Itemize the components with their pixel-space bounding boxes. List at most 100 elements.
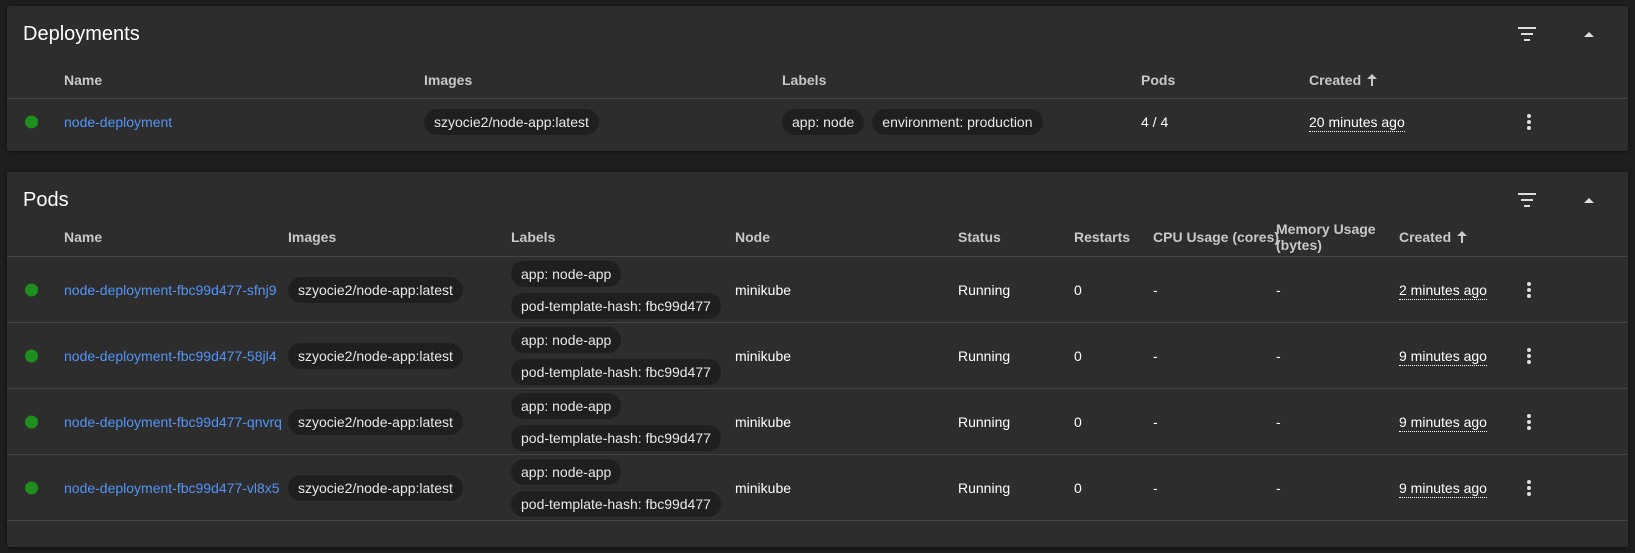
row-actions-button[interactable] <box>1517 110 1541 134</box>
pod-memory: - <box>1276 413 1281 430</box>
more-vert-icon <box>1527 347 1531 364</box>
deployments-title: Deployments <box>23 23 140 45</box>
row-actions-button[interactable] <box>1517 278 1541 302</box>
created-time-text: 20 minutes ago <box>1309 114 1405 132</box>
chevron-up-icon <box>1584 32 1594 37</box>
column-header-created-label: Created <box>1399 229 1452 245</box>
row-actions-button[interactable] <box>1517 344 1541 368</box>
table-row: node-deployment-fbc99d477-qnvrq szyocie2… <box>7 389 1628 455</box>
column-header-images: Images <box>288 229 337 245</box>
row-actions-button[interactable] <box>1517 476 1541 500</box>
column-header-created-label: Created <box>1309 72 1362 88</box>
pod-status: Running <box>958 281 1011 298</box>
images-cell: szyocie2/node-app:latest <box>288 408 463 435</box>
table-row: node-deployment-fbc99d477-58jl4 szyocie2… <box>7 323 1628 389</box>
column-header-node[interactable]: Node <box>735 229 770 245</box>
more-vert-icon <box>1527 114 1531 130</box>
labels-cell: app: node-app pod-template-hash: fbc99d4… <box>511 326 721 385</box>
status-ok-icon <box>25 115 38 129</box>
status-ok-icon <box>25 415 38 428</box>
pods-count: 4 / 4 <box>1141 114 1169 130</box>
label-chip: app: node-app <box>511 326 622 353</box>
label-chip: app: node <box>782 109 865 135</box>
pod-memory: - <box>1276 281 1281 298</box>
node-name: minikube <box>735 281 792 298</box>
deployments-card: Deployments Name Images Labels Pods Crea… <box>7 6 1628 151</box>
column-header-memory: Memory Usage (bytes) <box>1276 221 1376 253</box>
image-chip: szyocie2/node-app:latest <box>288 276 463 303</box>
deployments-filter-button[interactable] <box>1511 18 1543 50</box>
label-chip: pod-template-hash: fbc99d477 <box>511 424 721 451</box>
pods-collapse-button[interactable] <box>1573 184 1605 216</box>
column-header-pods: Pods <box>1141 72 1176 88</box>
deployments-collapse-button[interactable] <box>1573 18 1605 50</box>
pod-name-link[interactable]: node-deployment-fbc99d477-58jl4 <box>64 348 276 364</box>
deployments-header: Deployments <box>7 6 1628 62</box>
pod-name-link[interactable]: node-deployment-fbc99d477-qnvrq <box>64 414 282 430</box>
node-name: minikube <box>735 347 792 364</box>
column-header-status: Status <box>958 229 1001 245</box>
label-chip: app: node-app <box>511 260 622 287</box>
created-time: 20 minutes ago <box>1309 114 1405 132</box>
images-cell: szyocie2/node-app:latest <box>288 276 463 303</box>
images-cell: szyocie2/node-app:latest <box>288 474 463 501</box>
pods-filter-button[interactable] <box>1511 184 1543 216</box>
image-chip: szyocie2/node-app:latest <box>424 109 599 135</box>
column-header-name[interactable]: Name <box>64 229 102 245</box>
deployment-name-link[interactable]: node-deployment <box>64 114 172 130</box>
created-time-text: 9 minutes ago <box>1399 347 1487 366</box>
pod-cpu: - <box>1153 347 1158 364</box>
more-vert-icon <box>1527 413 1531 430</box>
created-time: 9 minutes ago <box>1399 413 1487 432</box>
created-time: 9 minutes ago <box>1399 347 1487 366</box>
column-header-memory-line2: (bytes) <box>1276 237 1322 253</box>
images-cell: szyocie2/node-app:latest <box>288 342 463 369</box>
created-time: 2 minutes ago <box>1399 281 1487 300</box>
created-time-text: 9 minutes ago <box>1399 479 1487 498</box>
table-row: node-deployment-fbc99d477-sfnj9 szyocie2… <box>7 257 1628 323</box>
pod-cpu: - <box>1153 479 1158 496</box>
table-row: node-deployment-fbc99d477-vl8x5 szyocie2… <box>7 455 1628 521</box>
label-chip: pod-template-hash: fbc99d477 <box>511 358 721 385</box>
column-header-labels: Labels <box>782 72 827 88</box>
image-chip: szyocie2/node-app:latest <box>288 342 463 369</box>
image-chip: szyocie2/node-app:latest <box>288 408 463 435</box>
column-header-cpu: CPU Usage (cores) <box>1153 229 1280 245</box>
label-chip: app: node-app <box>511 458 622 485</box>
pod-status: Running <box>958 413 1011 430</box>
column-header-created[interactable]: Created <box>1309 72 1378 88</box>
labels-cell: app: node environment: production <box>782 109 1043 135</box>
pod-name-link[interactable]: node-deployment-fbc99d477-vl8x5 <box>64 480 280 496</box>
column-header-memory-line1: Memory Usage <box>1276 221 1376 237</box>
status-indicator <box>25 349 38 362</box>
status-ok-icon <box>25 481 38 494</box>
labels-cell: app: node-app pod-template-hash: fbc99d4… <box>511 458 721 517</box>
label-chip: pod-template-hash: fbc99d477 <box>511 490 721 517</box>
pod-restarts: 0 <box>1074 413 1082 430</box>
row-actions-button[interactable] <box>1517 410 1541 434</box>
column-header-name[interactable]: Name <box>64 72 102 88</box>
pod-name-link[interactable]: node-deployment-fbc99d477-sfnj9 <box>64 282 276 298</box>
status-indicator <box>25 415 38 428</box>
column-header-created[interactable]: Created <box>1399 229 1468 245</box>
pod-cpu: - <box>1153 413 1158 430</box>
node-name: minikube <box>735 413 792 430</box>
sort-ascending-icon <box>1457 231 1468 243</box>
pod-restarts: 0 <box>1074 281 1082 298</box>
pod-memory: - <box>1276 347 1281 364</box>
column-header-images: Images <box>424 72 473 88</box>
column-header-labels: Labels <box>511 229 556 245</box>
pod-restarts: 0 <box>1074 347 1082 364</box>
image-chip: szyocie2/node-app:latest <box>288 474 463 501</box>
label-chip: environment: production <box>872 109 1043 135</box>
label-chip: pod-template-hash: fbc99d477 <box>511 292 721 319</box>
status-indicator <box>25 283 38 296</box>
pods-table-header: Name Images Labels Node Status Restarts … <box>7 218 1628 257</box>
created-time-text: 2 minutes ago <box>1399 281 1487 300</box>
pod-status: Running <box>958 347 1011 364</box>
filter-icon <box>1518 27 1536 41</box>
pod-restarts: 0 <box>1074 479 1082 496</box>
label-chip: app: node-app <box>511 392 622 419</box>
status-indicator <box>25 115 38 129</box>
chevron-up-icon <box>1584 198 1594 203</box>
